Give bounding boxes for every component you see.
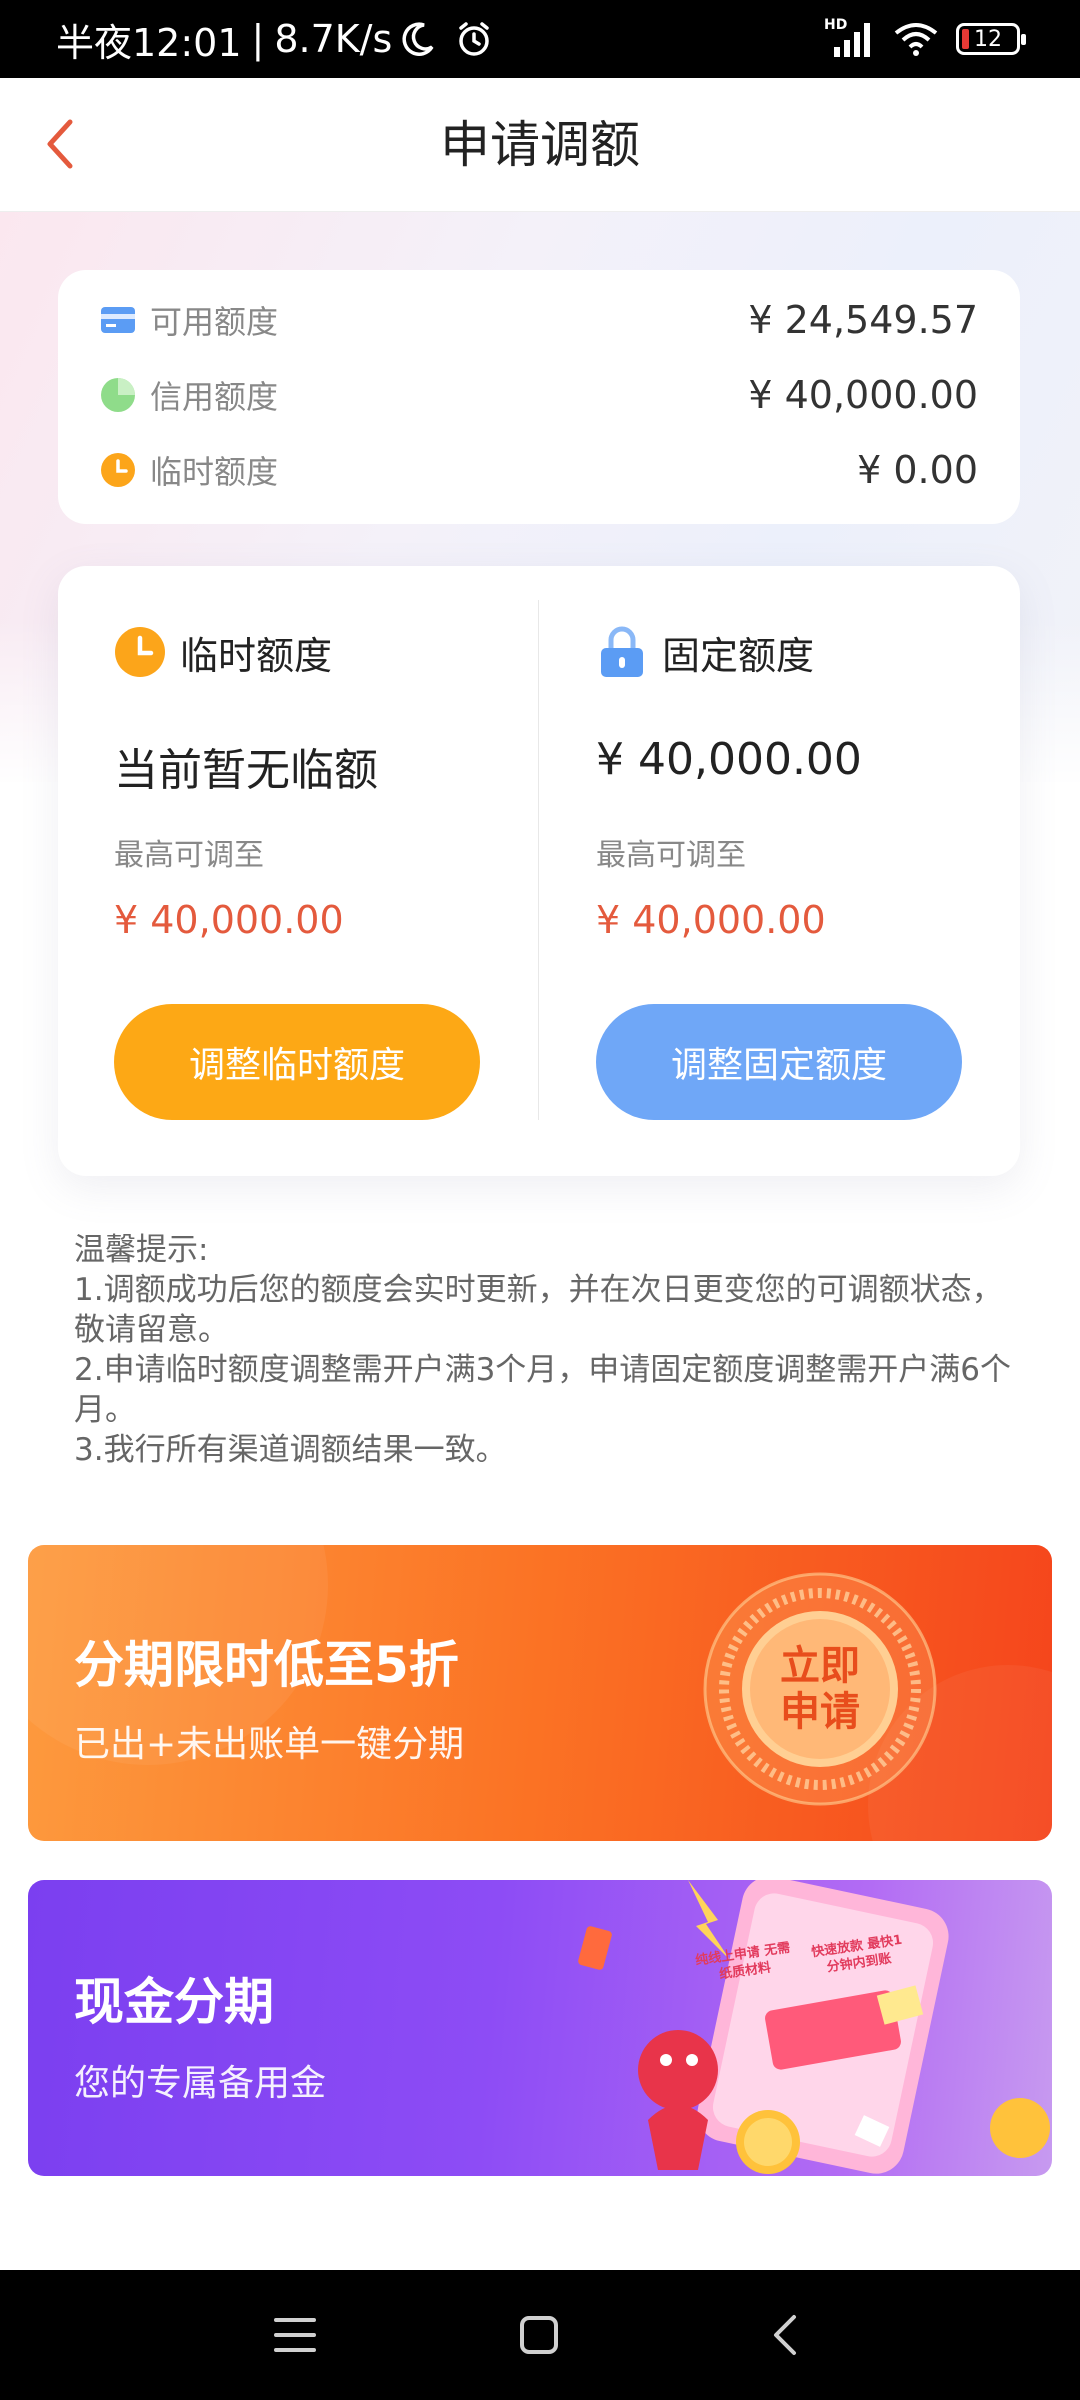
system-nav-bar bbox=[0, 2270, 1080, 2400]
credit-row-temporary: 临时额度 ¥ 0.00 bbox=[100, 440, 978, 500]
card-icon bbox=[100, 302, 136, 338]
temporary-quota-section: 临时额度 当前暂无临额 最高可调至 ¥ 40,000.00 调整临时额度 bbox=[114, 566, 534, 1176]
menu-icon bbox=[274, 2318, 316, 2352]
battery-percent: 12 bbox=[974, 26, 1002, 52]
tips-heading: 温馨提示: bbox=[74, 1232, 209, 1268]
promo-illustration bbox=[578, 1880, 1050, 2174]
temporary-max-value: ¥ 40,000.00 bbox=[114, 898, 344, 942]
credit-value: ¥ 24,549.57 bbox=[748, 298, 978, 342]
credit-row-limit: 信用额度 ¥ 40,000.00 bbox=[100, 365, 978, 425]
status-network-speed: 8.7K/s bbox=[274, 17, 393, 61]
credit-value: ¥ 40,000.00 bbox=[748, 373, 978, 417]
status-bar: 半夜12:01 | 8.7K/s HD 12 bbox=[0, 0, 1080, 78]
home-button[interactable] bbox=[506, 2302, 572, 2368]
tips-item: 2.申请临时额度调整需开户满3个月，申请固定额度调整需开户满6个月。 bbox=[74, 1352, 1012, 1428]
signal-icon: HD bbox=[824, 17, 876, 59]
cash-installment-banner[interactable]: 现金分期 您的专属备用金 纯线上申请 无需纸质材料 快速放款 最快1分钟内到账 bbox=[28, 1880, 1052, 2176]
installment-banner[interactable]: 分期限时低至5折 已出+未出账单一键分期 立即申请 bbox=[28, 1545, 1052, 1841]
status-left: 半夜12:01 | 8.7K/s bbox=[56, 0, 494, 78]
moon-icon bbox=[402, 22, 434, 56]
credit-label: 可用额度 bbox=[150, 303, 279, 341]
wifi-icon bbox=[894, 23, 938, 56]
temporary-quota-title: 临时额度 bbox=[180, 633, 333, 678]
credit-summary-card: 可用额度 ¥ 24,549.57 信用额度 ¥ 40,000.00 临时额度 ¥… bbox=[58, 270, 1020, 524]
installment-subtitle: 已出+未出账单一键分期 bbox=[74, 1724, 465, 1765]
apply-now-label: 立即申请 bbox=[780, 1643, 860, 1735]
nav-bar: 申请调额 bbox=[0, 78, 1080, 212]
fixed-quota-title: 固定额度 bbox=[662, 633, 815, 678]
adjust-temporary-button[interactable]: 调整临时额度 bbox=[114, 1004, 480, 1120]
lock-icon bbox=[596, 626, 648, 678]
battery-icon: 12 bbox=[956, 23, 1026, 55]
fixed-max-value: ¥ 40,000.00 bbox=[596, 898, 826, 942]
divider bbox=[538, 600, 539, 1120]
installment-title: 分期限时低至5折 bbox=[74, 1636, 459, 1694]
cash-subtitle: 您的专属备用金 bbox=[74, 2063, 327, 2104]
page-title: 申请调额 bbox=[440, 116, 640, 174]
status-separator: | bbox=[251, 17, 265, 61]
battery-level bbox=[962, 29, 969, 49]
tips-section: 温馨提示: 1.调额成功后您的额度会实时更新，并在次日更变您的可调额状态，敬请留… bbox=[74, 1230, 1014, 1470]
temporary-max-label: 最高可调至 bbox=[114, 838, 264, 873]
cash-title: 现金分期 bbox=[74, 1973, 274, 2031]
credit-label: 临时额度 bbox=[150, 453, 279, 491]
credit-row-available: 可用额度 ¥ 24,549.57 bbox=[100, 290, 978, 350]
clock-icon bbox=[100, 452, 136, 488]
home-square-icon bbox=[520, 2316, 558, 2354]
adjust-fixed-button[interactable]: 调整固定额度 bbox=[596, 1004, 962, 1120]
clock-icon bbox=[114, 626, 166, 678]
temporary-quota-current: 当前暂无临额 bbox=[114, 745, 378, 796]
credit-label: 信用额度 bbox=[150, 378, 279, 416]
status-right: HD 12 bbox=[824, 0, 1026, 78]
credit-value: ¥ 0.00 bbox=[857, 448, 978, 492]
fixed-quota-section: 固定额度 ¥ 40,000.00 最高可调至 ¥ 40,000.00 调整固定额… bbox=[596, 566, 1016, 1176]
fixed-max-label: 最高可调至 bbox=[596, 838, 746, 873]
status-time: 半夜12:01 bbox=[56, 20, 242, 65]
alarm-icon bbox=[459, 22, 490, 56]
system-back-button[interactable] bbox=[752, 2302, 818, 2368]
tips-item: 1.调额成功后您的额度会实时更新，并在次日更变您的可调额状态，敬请留意。 bbox=[74, 1272, 1003, 1348]
back-triangle-icon bbox=[774, 2315, 796, 2355]
menu-button[interactable] bbox=[262, 2302, 328, 2368]
tips-item: 3.我行所有渠道调额结果一致。 bbox=[74, 1432, 507, 1468]
fixed-quota-header: 固定额度 bbox=[596, 624, 814, 680]
pie-chart-icon bbox=[100, 377, 136, 413]
quota-adjust-card: 临时额度 当前暂无临额 最高可调至 ¥ 40,000.00 调整临时额度 固定额… bbox=[58, 566, 1020, 1176]
fixed-quota-current: ¥ 40,000.00 bbox=[596, 734, 862, 785]
temporary-quota-header: 临时额度 bbox=[114, 624, 332, 680]
